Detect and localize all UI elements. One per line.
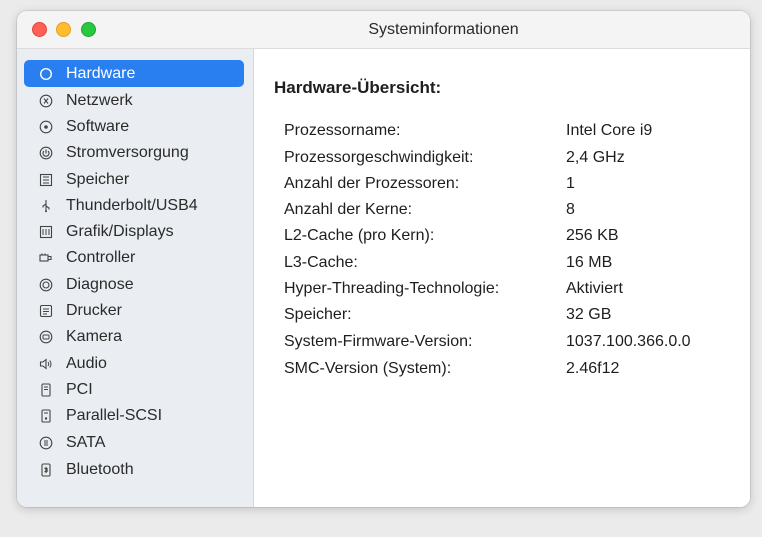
sata-icon	[38, 435, 54, 451]
sidebar-item-thunderbolt-usb4[interactable]: Thunderbolt/USB4	[24, 192, 244, 219]
info-row: SMC-Version (System): 2.46f12	[284, 360, 724, 384]
sidebar-item-bluetooth[interactable]: Bluetooth	[24, 456, 244, 483]
sidebar-item-label: Hardware	[66, 64, 136, 82]
sidebar-item-label: Controller	[66, 248, 136, 266]
sidebar-item-label: PCI	[66, 380, 93, 398]
sidebar-item-label: Parallel-SCSI	[66, 406, 163, 424]
info-key: L3-Cache:	[284, 254, 358, 271]
software-icon	[38, 119, 54, 135]
info-value: Aktiviert	[566, 280, 623, 297]
sidebar-item-label: Audio	[66, 354, 107, 372]
speaker-icon	[38, 356, 54, 372]
info-value: 1037.100.366.0.0	[566, 333, 691, 350]
info-value: Intel Core i9	[566, 122, 653, 139]
sidebar-item-parallel-scsi[interactable]: Parallel-SCSI	[24, 402, 244, 429]
diagnose-icon	[38, 277, 54, 293]
sidebar-item-label: Diagnose	[66, 275, 134, 293]
sidebar-item-label: Kamera	[66, 327, 123, 345]
window-title: Systeminformationen	[368, 21, 519, 38]
info-value: 32 GB	[566, 306, 612, 323]
controller-icon	[38, 250, 54, 266]
sidebar: Hardware Netzwerk Software Stromversorgu…	[17, 49, 254, 507]
info-row: Speicher: 32 GB	[284, 306, 724, 330]
sidebar-item-label: Speicher	[66, 170, 130, 188]
info-value: 16 MB	[566, 254, 613, 271]
sidebar-item-controller[interactable]: Controller	[24, 244, 244, 271]
sidebar-item-drucker[interactable]: Drucker	[24, 297, 244, 324]
info-row: Prozessorgeschwindigkeit: 2,4 GHz	[284, 149, 724, 173]
info-row: L3-Cache: 16 MB	[284, 254, 724, 278]
info-value: 2.46f12	[566, 360, 620, 377]
sidebar-item-label: Netzwerk	[66, 91, 133, 109]
system-information-window: Systeminformationen Hardware Netzwerk So…	[17, 11, 750, 507]
sidebar-item-pci[interactable]: PCI	[24, 376, 244, 403]
circle-icon	[38, 66, 54, 82]
graphics-icon	[38, 224, 54, 240]
sidebar-item-stromversorgung[interactable]: Stromversorgung	[24, 139, 244, 166]
pci-icon	[38, 382, 54, 398]
usb-icon	[38, 198, 54, 214]
sidebar-item-software[interactable]: Software	[24, 113, 244, 140]
info-row: Anzahl der Kerne: 8	[284, 201, 724, 225]
sidebar-item-netzwerk[interactable]: Netzwerk	[24, 87, 244, 114]
info-key: Prozessorname:	[284, 122, 401, 139]
sidebar-item-grafik-displays[interactable]: Grafik/Displays	[24, 218, 244, 245]
sidebar-item-label: Software	[66, 117, 130, 135]
sidebar-item-label: Bluetooth	[66, 460, 134, 478]
info-key: Anzahl der Prozessoren:	[284, 175, 460, 192]
scsi-icon	[38, 408, 54, 424]
info-key: SMC-Version (System):	[284, 360, 452, 377]
info-key: Anzahl der Kerne:	[284, 201, 413, 218]
info-row: Hyper-Threading-Technologie: Aktiviert	[284, 280, 724, 304]
info-row: System-Firmware-Version: 1037.100.366.0.…	[284, 333, 724, 357]
info-value: 8	[566, 201, 575, 218]
sidebar-item-audio[interactable]: Audio	[24, 350, 244, 377]
sidebar-item-sata[interactable]: SATA	[24, 429, 244, 456]
sidebar-item-hardware[interactable]: Hardware	[24, 60, 244, 87]
printer-icon	[38, 303, 54, 319]
info-key: Speicher:	[284, 306, 352, 323]
info-key: Prozessorgeschwindigkeit:	[284, 149, 474, 166]
bluetooth-icon	[38, 462, 54, 478]
sidebar-item-label: Drucker	[66, 301, 123, 319]
sidebar-item-diagnose[interactable]: Diagnose	[24, 271, 244, 298]
detail-pane: Hardware-Übersicht: Prozessorname: Intel…	[254, 49, 750, 507]
info-value: 1	[566, 175, 575, 192]
camera-icon	[38, 329, 54, 345]
info-key: System-Firmware-Version:	[284, 333, 473, 350]
network-icon	[38, 93, 54, 109]
sidebar-item-label: Grafik/Displays	[66, 222, 174, 240]
info-row: Prozessorname: Intel Core i9	[284, 122, 724, 146]
sidebar-item-label: Thunderbolt/USB4	[66, 196, 198, 214]
sidebar-item-label: SATA	[66, 433, 106, 451]
info-row: Anzahl der Prozessoren: 1	[284, 175, 724, 199]
sidebar-item-kamera[interactable]: Kamera	[24, 323, 244, 350]
info-row: L2-Cache (pro Kern): 256 KB	[284, 227, 724, 251]
info-value: 2,4 GHz	[566, 149, 625, 166]
title-bar: Systeminformationen	[17, 11, 750, 49]
sidebar-item-speicher[interactable]: Speicher	[24, 166, 244, 193]
info-key: L2-Cache (pro Kern):	[284, 227, 435, 244]
info-key: Hyper-Threading-Technologie:	[284, 280, 500, 297]
memory-icon	[38, 172, 54, 188]
section-heading: Hardware-Übersicht:	[274, 78, 442, 97]
info-value: 256 KB	[566, 227, 619, 244]
power-icon	[38, 145, 54, 161]
sidebar-item-label: Stromversorgung	[66, 143, 189, 161]
